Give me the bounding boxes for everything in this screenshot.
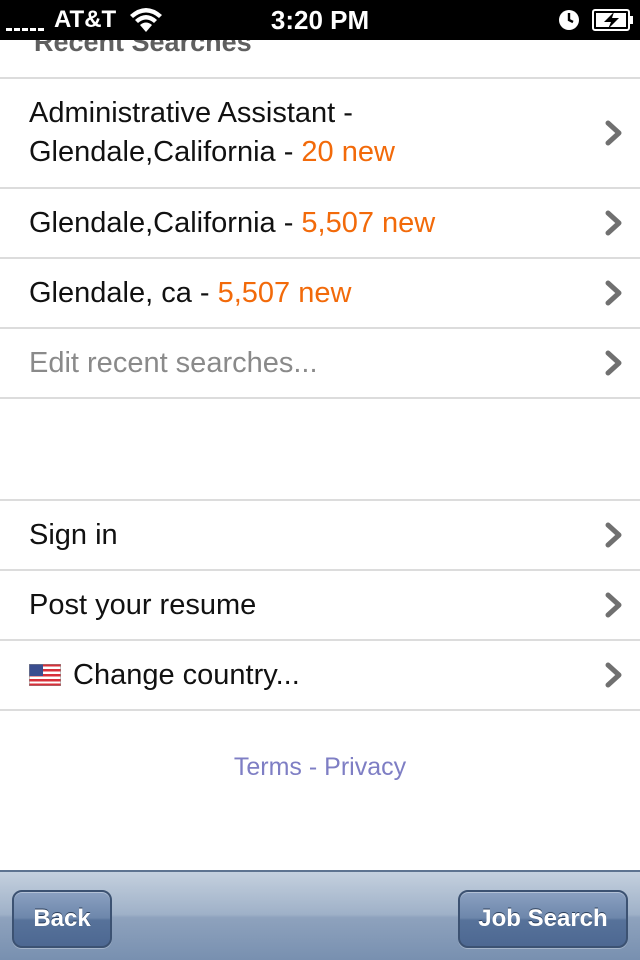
job-search-button[interactable]: Job Search	[458, 890, 628, 948]
chevron-right-icon	[605, 350, 622, 376]
status-bar: AT&T 3:20 PM	[0, 0, 640, 40]
edit-recent-searches[interactable]: Edit recent searches...	[0, 329, 640, 397]
divider	[0, 397, 640, 399]
post-resume-label: Post your resume	[29, 588, 257, 621]
bottom-toolbar: Back Job Search	[0, 870, 640, 960]
carrier-name: AT&T	[54, 6, 117, 33]
recent-search-label: Glendale, ca -	[29, 276, 218, 309]
recent-search-item-1[interactable]: Administrative Assistant - Glendale,Cali…	[0, 79, 640, 187]
main-content[interactable]: Recent Searches Administrative Assistant…	[0, 40, 640, 870]
recent-search-text: Administrative Assistant - Glendale,Cali…	[29, 94, 580, 172]
new-count: 5,507 new	[301, 206, 436, 239]
back-button[interactable]: Back	[12, 890, 112, 948]
us-flag-icon	[29, 664, 61, 686]
chevron-right-icon	[605, 280, 622, 306]
recent-search-text: Glendale, ca - 5,507 new	[29, 274, 580, 313]
recent-searches-header: Recent Searches	[34, 40, 252, 57]
new-count: 5,507 new	[217, 276, 352, 309]
new-count: 20 new	[301, 136, 395, 168]
sign-in-item[interactable]: Sign in	[0, 501, 640, 569]
wifi-icon	[130, 8, 162, 32]
chevron-right-icon	[605, 662, 622, 688]
battery-charging-icon	[592, 9, 633, 31]
alarm-clock-icon	[559, 10, 579, 30]
sign-in-label: Sign in	[29, 518, 118, 551]
signal-strength-icon	[6, 9, 44, 31]
chevron-right-icon	[605, 210, 622, 236]
edit-recent-searches-label: Edit recent searches...	[29, 346, 318, 379]
chevron-right-icon	[605, 592, 622, 618]
terms-link[interactable]: Terms	[234, 753, 302, 781]
recent-search-item-2[interactable]: Glendale,California - 5,507 new	[0, 189, 640, 257]
change-country-item[interactable]: Change country...	[0, 641, 640, 709]
link-separator: -	[301, 753, 325, 781]
recent-search-label: Glendale,California -	[29, 206, 302, 239]
recent-search-item-3[interactable]: Glendale, ca - 5,507 new	[0, 259, 640, 327]
footer-links: Terms - Privacy	[0, 749, 640, 785]
change-country-label: Change country...	[73, 658, 300, 691]
privacy-link[interactable]: Privacy	[324, 753, 406, 781]
chevron-right-icon	[605, 120, 622, 146]
post-resume-item[interactable]: Post your resume	[0, 571, 640, 639]
chevron-right-icon	[605, 522, 622, 548]
recent-search-text: Glendale,California - 5,507 new	[29, 204, 580, 243]
divider	[0, 709, 640, 711]
